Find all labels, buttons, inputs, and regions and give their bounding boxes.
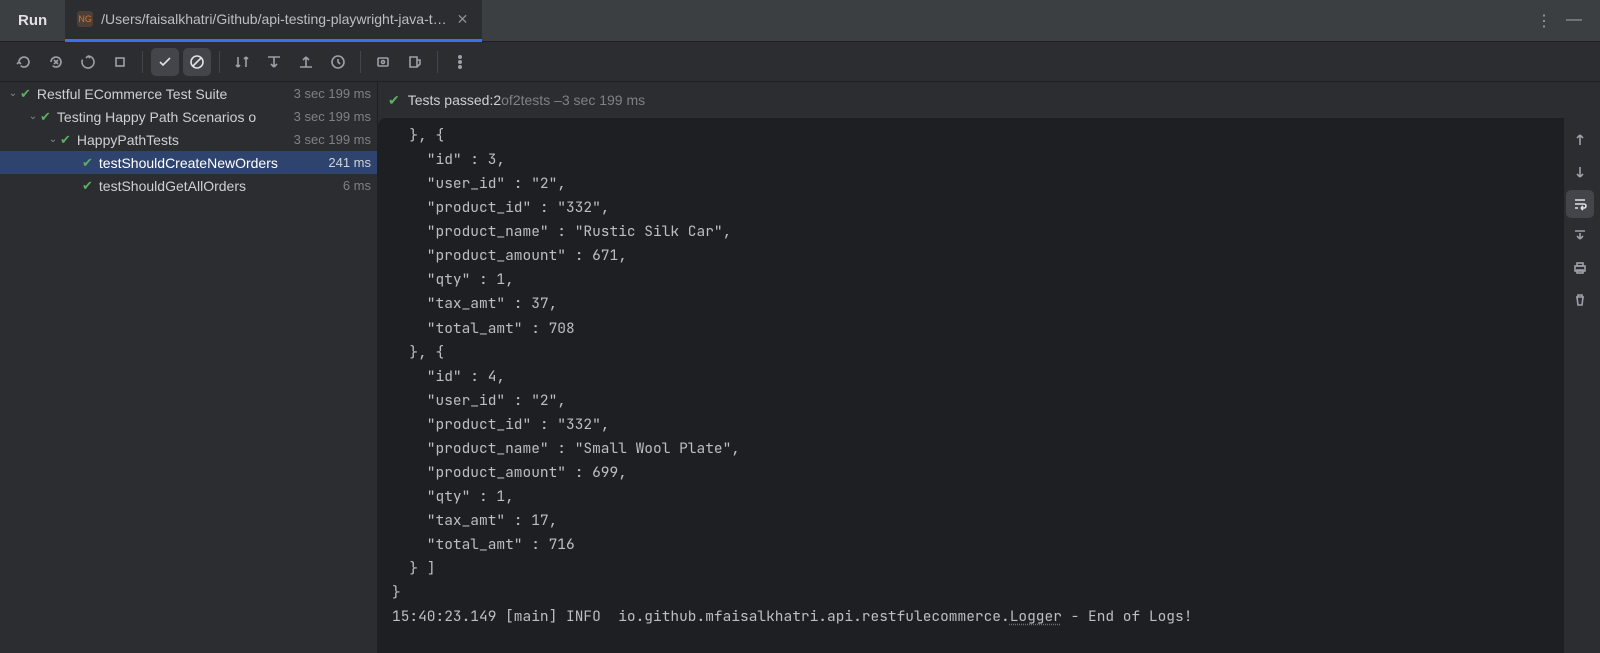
tree-test-row[interactable]: ✔ testShouldGetAllOrders 6 ms <box>0 174 377 197</box>
status-passed-count: 2 <box>493 92 501 108</box>
stop-button[interactable] <box>106 48 134 76</box>
toggle-auto-test-button[interactable] <box>74 48 102 76</box>
tab-close-icon[interactable]: ✕ <box>455 11 471 28</box>
rerun-failed-button[interactable] <box>42 48 70 76</box>
tool-window-title: Run <box>0 12 65 29</box>
log-line-logger: Logger <box>1010 607 1062 626</box>
tree-node-duration: 6 ms <box>335 178 371 193</box>
test-tree[interactable]: ⌄ ✔ Restful ECommerce Test Suite 3 sec 1… <box>0 82 378 653</box>
tree-node-duration: 3 sec 199 ms <box>286 86 371 101</box>
sort-button[interactable] <box>228 48 256 76</box>
status-total-count: 2 <box>513 92 521 108</box>
tree-node-duration: 3 sec 199 ms <box>286 109 371 124</box>
pass-icon: ✔ <box>20 86 31 102</box>
clear-all-button[interactable] <box>1566 286 1594 314</box>
collapse-all-button[interactable] <box>292 48 320 76</box>
run-toolbar <box>0 42 1600 82</box>
import-tests-button[interactable] <box>369 48 397 76</box>
log-line-time: 15:40:23.149 [main] INFO io.github.mfais… <box>392 607 1010 626</box>
status-of: of <box>501 92 513 108</box>
prev-occurrence-button[interactable] <box>1566 126 1594 154</box>
testng-config-icon: NG <box>77 11 93 27</box>
tab-path: /Users/faisalkhatri/Github/api-testing-p… <box>101 11 446 27</box>
minimize-icon[interactable]: — <box>1566 11 1582 31</box>
print-button[interactable] <box>1566 254 1594 282</box>
tree-node-label: Testing Happy Path Scenarios o <box>57 109 256 125</box>
caret-down-icon[interactable]: ⌄ <box>26 111 40 122</box>
show-ignored-toggle[interactable] <box>183 48 211 76</box>
test-history-button[interactable] <box>324 48 352 76</box>
rerun-button[interactable] <box>10 48 38 76</box>
console-side-toolbar <box>1566 126 1594 314</box>
more-button[interactable] <box>446 48 474 76</box>
titlebar: Run NG /Users/faisalkhatri/Github/api-te… <box>0 0 1600 42</box>
status-tests-dash: tests – <box>521 92 562 108</box>
expand-all-button[interactable] <box>260 48 288 76</box>
pass-icon: ✔ <box>60 132 71 148</box>
run-tab[interactable]: NG /Users/faisalkhatri/Github/api-testin… <box>65 0 482 42</box>
scroll-to-end-button[interactable] <box>1566 222 1594 250</box>
tree-node-label: HappyPathTests <box>77 132 179 148</box>
export-tests-button[interactable] <box>401 48 429 76</box>
kebab-menu-icon[interactable]: ⋮ <box>1536 11 1552 31</box>
tree-node-label: Restful ECommerce Test Suite <box>37 86 227 102</box>
pass-icon: ✔ <box>40 109 51 125</box>
tree-suite-row[interactable]: ⌄ ✔ Restful ECommerce Test Suite 3 sec 1… <box>0 82 377 105</box>
status-time: 3 sec 199 ms <box>562 92 645 108</box>
pass-icon: ✔ <box>82 178 93 194</box>
tree-class-row[interactable]: ⌄ ✔ HappyPathTests 3 sec 199 ms <box>0 128 377 151</box>
tree-node-duration: 3 sec 199 ms <box>286 132 371 147</box>
pass-icon: ✔ <box>388 92 400 109</box>
caret-down-icon[interactable]: ⌄ <box>6 88 20 99</box>
pass-icon: ✔ <box>82 155 93 171</box>
status-prefix: Tests passed: <box>408 92 494 108</box>
show-passed-toggle[interactable] <box>151 48 179 76</box>
tree-test-row[interactable]: ✔ testShouldCreateNewOrders 241 ms <box>0 151 377 174</box>
console-output[interactable]: }, { "id" : 3, "user_id" : "2", "product… <box>378 118 1564 653</box>
tree-node-label: testShouldGetAllOrders <box>99 178 246 194</box>
tree-node-label: testShouldCreateNewOrders <box>99 155 278 171</box>
tree-group-row[interactable]: ⌄ ✔ Testing Happy Path Scenarios o 3 sec… <box>0 105 377 128</box>
soft-wrap-toggle[interactable] <box>1566 190 1594 218</box>
log-line-tail: - End of Logs! <box>1062 607 1193 626</box>
tree-node-duration: 241 ms <box>320 155 371 170</box>
caret-down-icon[interactable]: ⌄ <box>46 134 60 145</box>
next-occurrence-button[interactable] <box>1566 158 1594 186</box>
test-status-bar: ✔ Tests passed: 2 of 2 tests – 3 sec 199… <box>378 82 1600 118</box>
